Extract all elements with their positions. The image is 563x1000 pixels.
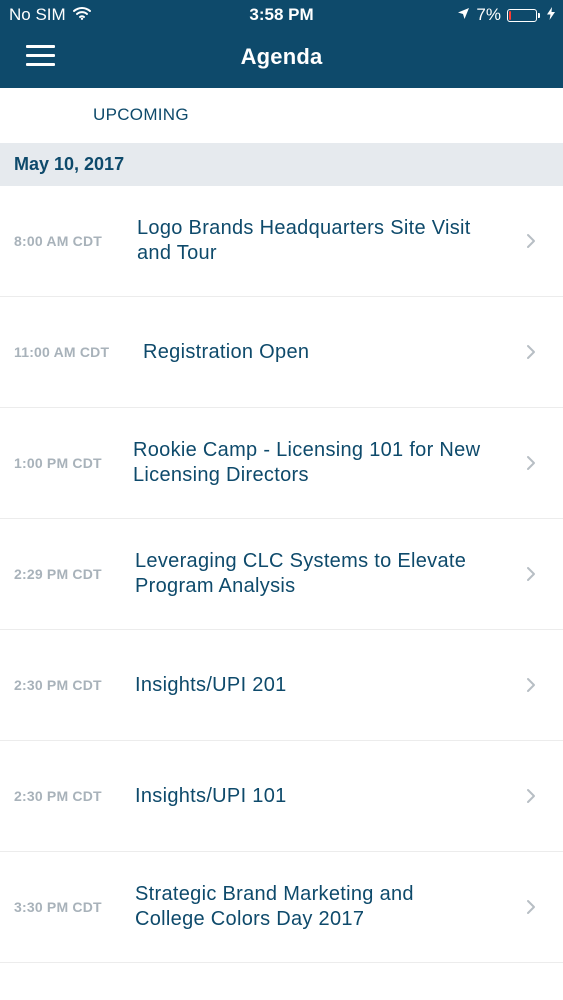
agenda-row[interactable]: 3:30 PM CDT Strategic Brand Marketing an… bbox=[0, 852, 563, 963]
chevron-right-icon bbox=[527, 345, 535, 359]
session-title-line: Insights/UPI 101 bbox=[135, 784, 287, 807]
status-right: 7% bbox=[457, 5, 555, 25]
session-title: Strategic Brand Marketing and College Co… bbox=[135, 852, 517, 962]
agenda-screen: No SIM 3:58 PM 7% Agenda UPCOMING May 10… bbox=[0, 0, 563, 1000]
location-arrow-icon bbox=[457, 5, 470, 25]
session-title-line: Logo Brands Headquarters Site Visit bbox=[137, 217, 471, 239]
session-title: Insights/UPI 101 bbox=[135, 741, 517, 851]
session-title-line: College Colors Day 2017 bbox=[135, 908, 365, 930]
agenda-row[interactable]: 2:29 PM CDT Leveraging CLC Systems to El… bbox=[0, 519, 563, 630]
chevron-right-icon bbox=[527, 567, 535, 581]
session-title: Logo Brands Headquarters Site Visit and … bbox=[137, 186, 517, 296]
session-title-line: Insights/UPI 201 bbox=[135, 673, 287, 696]
battery-percent: 7% bbox=[476, 5, 501, 24]
session-title: Insights/UPI 201 bbox=[135, 630, 517, 740]
session-title: Rookie Camp - Licensing 101 for New Lice… bbox=[133, 408, 517, 518]
session-time: 2:30 PM CDT bbox=[14, 677, 102, 693]
agenda-row[interactable]: 2:30 PM CDT Insights/UPI 101 bbox=[0, 741, 563, 852]
session-time: 11:00 AM CDT bbox=[14, 344, 110, 360]
session-title: Registration Open bbox=[143, 297, 517, 407]
date-section-header: May 10, 2017 bbox=[0, 143, 563, 186]
chevron-right-icon bbox=[527, 789, 535, 803]
session-time: 3:30 PM CDT bbox=[14, 899, 102, 915]
session-title-line: Licensing Directors bbox=[133, 464, 309, 486]
agenda-row[interactable]: 11:00 AM CDT Registration Open bbox=[0, 297, 563, 408]
session-title-line: and Tour bbox=[137, 242, 217, 264]
app-header: No SIM 3:58 PM 7% Agenda bbox=[0, 0, 563, 88]
nav-bar: Agenda bbox=[0, 30, 563, 88]
session-title-line: Registration Open bbox=[143, 340, 310, 363]
battery-level bbox=[509, 10, 511, 20]
session-time: 2:30 PM CDT bbox=[14, 788, 102, 804]
chevron-right-icon bbox=[527, 900, 535, 914]
agenda-row[interactable]: 8:00 AM CDT Logo Brands Headquarters Sit… bbox=[0, 186, 563, 297]
page-title: Agenda bbox=[240, 44, 323, 69]
agenda-row[interactable]: 1:00 PM CDT Rookie Camp - Licensing 101 … bbox=[0, 408, 563, 519]
chevron-right-icon bbox=[527, 456, 535, 470]
charging-bolt-icon bbox=[547, 5, 555, 25]
tab-upcoming[interactable]: UPCOMING bbox=[93, 105, 189, 125]
battery-icon bbox=[507, 8, 540, 22]
session-title-line: Strategic Brand Marketing and bbox=[135, 883, 414, 905]
agenda-list: 8:00 AM CDT Logo Brands Headquarters Sit… bbox=[0, 186, 563, 963]
section-date: May 10, 2017 bbox=[14, 154, 125, 174]
tab-bar: UPCOMING bbox=[0, 88, 563, 143]
session-title-line: Rookie Camp - Licensing 101 for New bbox=[133, 439, 481, 461]
session-time: 2:29 PM CDT bbox=[14, 566, 102, 582]
session-time: 1:00 PM CDT bbox=[14, 455, 102, 471]
session-title-line: Program Analysis bbox=[135, 575, 296, 597]
session-title-line: Leveraging CLC Systems to Elevate bbox=[135, 550, 467, 572]
chevron-right-icon bbox=[527, 678, 535, 692]
chevron-right-icon bbox=[527, 234, 535, 248]
agenda-row[interactable]: 2:30 PM CDT Insights/UPI 201 bbox=[0, 630, 563, 741]
status-bar: No SIM 3:58 PM 7% bbox=[0, 0, 563, 30]
session-title: Leveraging CLC Systems to Elevate Progra… bbox=[135, 519, 517, 629]
session-time: 8:00 AM CDT bbox=[14, 233, 103, 249]
